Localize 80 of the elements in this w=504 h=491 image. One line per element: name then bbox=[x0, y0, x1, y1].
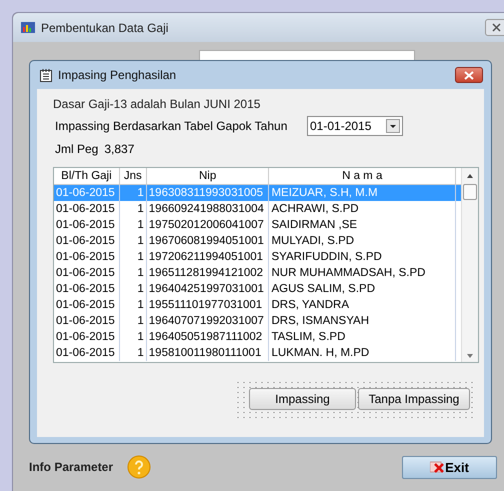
table-cell: 1 bbox=[120, 265, 147, 281]
column-header[interactable]: Jns bbox=[120, 168, 147, 184]
table-cell: 1 bbox=[120, 345, 147, 361]
table-cell: SAIDIRMAN ,SE bbox=[269, 217, 456, 233]
column-header[interactable]: N a m a bbox=[269, 168, 456, 184]
table-cell: TASLIM, S.PD bbox=[269, 329, 456, 345]
table-cell: 196308311993031005 bbox=[146, 185, 270, 201]
table-cell: 1 bbox=[120, 313, 147, 329]
close-button[interactable] bbox=[455, 67, 483, 83]
scrollbar[interactable] bbox=[461, 168, 478, 362]
table-cell: 01-06-2015 bbox=[54, 329, 120, 345]
table-cell: MULYADI, S.PD bbox=[269, 233, 456, 249]
table-cell: 196405051987111002 bbox=[146, 329, 270, 345]
table-cell: AGUS SALIM, S.PD bbox=[269, 281, 456, 297]
exit-button[interactable]: Exit bbox=[402, 456, 497, 478]
table-row[interactable]: 01-06-2015 1 195511101977031001 DRS, YANDRA bbox=[54, 297, 461, 313]
table-cell: 01-06-2015 bbox=[54, 233, 120, 249]
table-cell: 01-06-2015 bbox=[54, 345, 120, 361]
table-cell: 1 bbox=[120, 233, 147, 249]
table-row[interactable]: 01-06-2015 1 196407071992031007 DRS, ISMANSYAH bbox=[54, 313, 461, 329]
year-label: Impassing Berdasarkan Tabel Gapok Tahun bbox=[55, 119, 288, 133]
help-icon[interactable] bbox=[127, 455, 152, 479]
notepad-icon bbox=[40, 68, 52, 82]
table-cell: 1 bbox=[120, 201, 147, 217]
table-cell: 01-06-2015 bbox=[54, 201, 120, 217]
table-cell: DRS, YANDRA bbox=[269, 297, 456, 313]
table-row[interactable]: 01-06-2015 1 196405051987111002 TASLIM, S.PD bbox=[54, 329, 461, 345]
table-cell: 196407071992031007 bbox=[146, 313, 270, 329]
caret-icon bbox=[386, 119, 400, 133]
table-row[interactable]: 01-06-2015 1 197502012006041007 SAIDIRMAN ,SE bbox=[54, 217, 461, 233]
table-cell: DRS, ISMANSYAH bbox=[269, 313, 456, 329]
table-cell: 195511101977031001 bbox=[146, 297, 270, 313]
table-cell: 197502012006041007 bbox=[146, 217, 270, 233]
table-cell: 195810011980111001 bbox=[146, 345, 270, 361]
action-button[interactable]: Impassing bbox=[249, 388, 356, 410]
table-row[interactable]: 01-06-2015 1 196404251997031001 AGUS SALIM, S.PD bbox=[54, 281, 461, 297]
table-cell: 01-06-2015 bbox=[54, 313, 120, 329]
table-cell: 1 bbox=[120, 329, 147, 345]
table-cell: NUR MUHAMMADSAH, S.PD bbox=[269, 265, 456, 281]
table-cell: 196404251997031001 bbox=[146, 281, 270, 297]
table-row[interactable]: 01-06-2015 1 196511281994121002 NUR MUHAMMADSAH, S.PD bbox=[54, 265, 461, 281]
table-cell: LUKMAN. H, M.PD bbox=[269, 345, 456, 361]
count-value: 3,837 bbox=[104, 142, 134, 156]
close-button[interactable] bbox=[485, 19, 504, 36]
table-cell: 1 bbox=[120, 185, 147, 201]
table-row[interactable]: 01-06-2015 1 197206211994051001 SYARIFUDDIN, S.PD bbox=[54, 249, 461, 265]
table-cell: 196609241988031004 bbox=[146, 201, 270, 217]
info-text: Dasar Gaji-13 adalah Bulan JUNI 2015 bbox=[53, 97, 262, 113]
table-cell: 01-06-2015 bbox=[54, 249, 120, 265]
table-cell: 01-06-2015 bbox=[54, 185, 120, 201]
close-icon bbox=[430, 461, 444, 473]
chart-icon bbox=[21, 22, 35, 33]
table-row[interactable]: 01-06-2015 1 195810011980111001 LUKMAN. H, M.PD bbox=[54, 345, 461, 361]
count-label: Jml Peg bbox=[55, 142, 98, 156]
column-header[interactable]: Nip bbox=[146, 168, 270, 184]
table-cell: 01-06-2015 bbox=[54, 281, 120, 297]
close-icon bbox=[492, 23, 500, 32]
table-cell: SYARIFUDDIN, S.PD bbox=[269, 249, 456, 265]
scroll-thumb[interactable] bbox=[463, 184, 477, 200]
table-cell: 01-06-2015 bbox=[54, 297, 120, 313]
table-cell: 196511281994121002 bbox=[146, 265, 270, 281]
close-icon bbox=[464, 70, 474, 80]
table-cell: ACHRAWI, S.PD bbox=[269, 201, 456, 217]
table-cell: MEIZUAR, S.H, M.M bbox=[269, 185, 456, 201]
window-title: Pembentukan Data Gaji bbox=[41, 20, 170, 34]
year-dropdown[interactable]: 01-01-2015 bbox=[307, 116, 403, 136]
table-cell: 1 bbox=[120, 249, 147, 265]
table-row[interactable]: 01-06-2015 1 196706081994051001 MULYADI, S.PD bbox=[54, 233, 461, 249]
table-cell: 196706081994051001 bbox=[146, 233, 270, 249]
info-label: Info Parameter bbox=[29, 460, 114, 474]
table-cell: 1 bbox=[120, 297, 147, 313]
table-row[interactable]: 01-06-2015 1 196609241988031004 ACHRAWI, S.PD bbox=[54, 201, 461, 217]
table-cell: 197206211994051001 bbox=[146, 249, 270, 265]
table-cell: 1 bbox=[120, 217, 147, 233]
action-button[interactable]: Tanpa Impassing bbox=[358, 388, 470, 410]
table-cell: 1 bbox=[120, 281, 147, 297]
column-header[interactable]: Bl/Th Gaji bbox=[54, 168, 120, 184]
table-cell: 01-06-2015 bbox=[54, 217, 120, 233]
dialog-title: Impasing Penghasilan bbox=[58, 68, 178, 82]
table-cell: 01-06-2015 bbox=[54, 265, 120, 281]
